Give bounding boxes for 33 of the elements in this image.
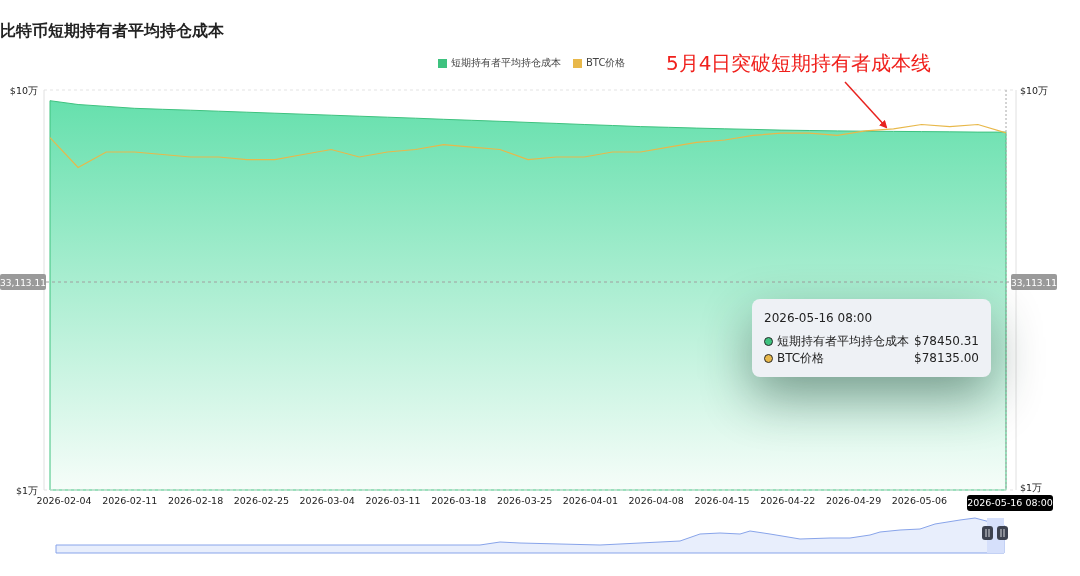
axis-label: 2026-02-04 — [36, 495, 92, 506]
tooltip-value: $78135.00 — [914, 350, 979, 367]
axis-label: $1万 — [1020, 482, 1043, 493]
range-handle[interactable] — [997, 526, 1008, 540]
chart-title: 比特币短期持有者平均持仓成本 — [0, 21, 224, 42]
axis-label: 2026-02-25 — [233, 495, 289, 506]
legend-item[interactable]: 短期持有者平均持仓成本 — [438, 56, 561, 70]
axis-label: 2026-04-15 — [694, 495, 750, 506]
axis-label: 2026-03-18 — [431, 495, 487, 506]
axis-label: 2026-04-08 — [628, 495, 684, 506]
tooltip-label: 短期持有者平均持仓成本 — [777, 333, 910, 350]
crosshair-label: 33,113.11 — [1011, 274, 1057, 290]
tooltip-value: $78450.31 — [914, 333, 979, 350]
crosshair-label: 33,113.11 — [0, 274, 46, 290]
axis-label: 2026-03-04 — [299, 495, 355, 506]
axis-label: 2026-04-01 — [562, 495, 618, 506]
axis-label: $10万 — [1020, 85, 1049, 96]
range-handle[interactable] — [982, 526, 993, 540]
axis-label: 2026-03-25 — [497, 495, 553, 506]
axis-label: 2026-03-11 — [365, 495, 421, 506]
tooltip-label: BTC价格 — [777, 350, 826, 367]
axis-label: 2026-05-06 — [891, 495, 947, 506]
tooltip-date: 2026-05-16 08:00 — [764, 311, 874, 325]
axis-label: $10万 — [9, 85, 38, 96]
axis-label: $1万 — [15, 485, 38, 496]
annotation-text: 5月4日突破短期持有者成本线 — [666, 50, 932, 77]
axis-label: 2026-04-22 — [760, 495, 816, 506]
axis-label: 2026-02-11 — [102, 495, 158, 506]
annotation-arrow — [844, 81, 888, 129]
crosshair-date-label: 2026-05-16 08:00 — [967, 495, 1053, 511]
axis-label: 2026-04-29 — [826, 495, 882, 506]
legend-item[interactable]: BTC价格 — [573, 56, 626, 70]
axis-label: 2026-02-18 — [168, 495, 224, 506]
